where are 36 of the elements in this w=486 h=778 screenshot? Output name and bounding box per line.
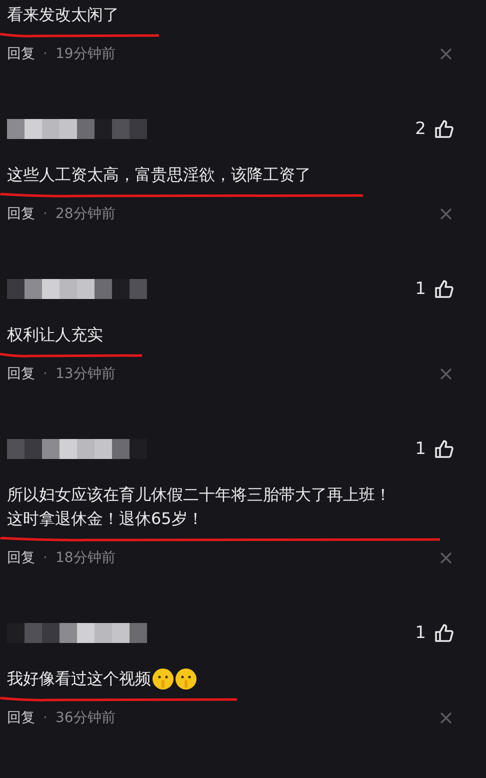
like-count: 1 xyxy=(415,623,426,643)
close-icon[interactable] xyxy=(440,48,452,60)
emoji-icon xyxy=(175,668,197,690)
separator-dot: · xyxy=(43,710,48,726)
comment-text: 我好像看过这个视频 xyxy=(7,668,151,690)
close-icon[interactable] xyxy=(440,368,452,380)
reply-button[interactable]: 回复 xyxy=(7,709,35,727)
separator-dot: · xyxy=(43,206,48,222)
like-count: 1 xyxy=(415,439,426,459)
comment-time: 19分钟前 xyxy=(55,45,116,63)
like-count: 1 xyxy=(415,279,426,299)
comment-time: 28分钟前 xyxy=(55,205,116,223)
comment-text: 所以妇女应该在育儿休假二十年将三胎带大了再上班！ xyxy=(7,484,391,506)
close-icon[interactable] xyxy=(440,552,452,564)
reply-button[interactable]: 回复 xyxy=(7,365,35,383)
comment-text: 看来发改太闲了 xyxy=(7,4,119,26)
thumbs-up-icon[interactable] xyxy=(434,623,454,643)
comment-time: 18分钟前 xyxy=(55,549,116,567)
separator-dot: · xyxy=(43,366,48,382)
reply-button[interactable]: 回复 xyxy=(7,205,35,223)
thumbs-up-icon[interactable] xyxy=(434,439,454,459)
comment-text: 这些人工资太高，富贵思淫欲，该降工资了 xyxy=(7,164,311,186)
comment-time: 13分钟前 xyxy=(55,365,116,383)
thumbs-up-icon[interactable] xyxy=(434,119,454,139)
comment-time: 36分钟前 xyxy=(55,709,116,727)
reply-button[interactable]: 回复 xyxy=(7,45,35,63)
separator-dot: · xyxy=(43,550,48,566)
separator-dot: · xyxy=(43,46,48,62)
comment-text: 权利让人充实 xyxy=(7,324,103,346)
like-count: 2 xyxy=(415,119,426,139)
reply-button[interactable]: 回复 xyxy=(7,549,35,567)
comment-text: 这时拿退休金！退休65岁！ xyxy=(7,508,204,530)
close-icon[interactable] xyxy=(440,208,452,220)
close-icon[interactable] xyxy=(440,712,452,724)
emoji-icon xyxy=(152,668,174,690)
thumbs-up-icon[interactable] xyxy=(434,279,454,299)
